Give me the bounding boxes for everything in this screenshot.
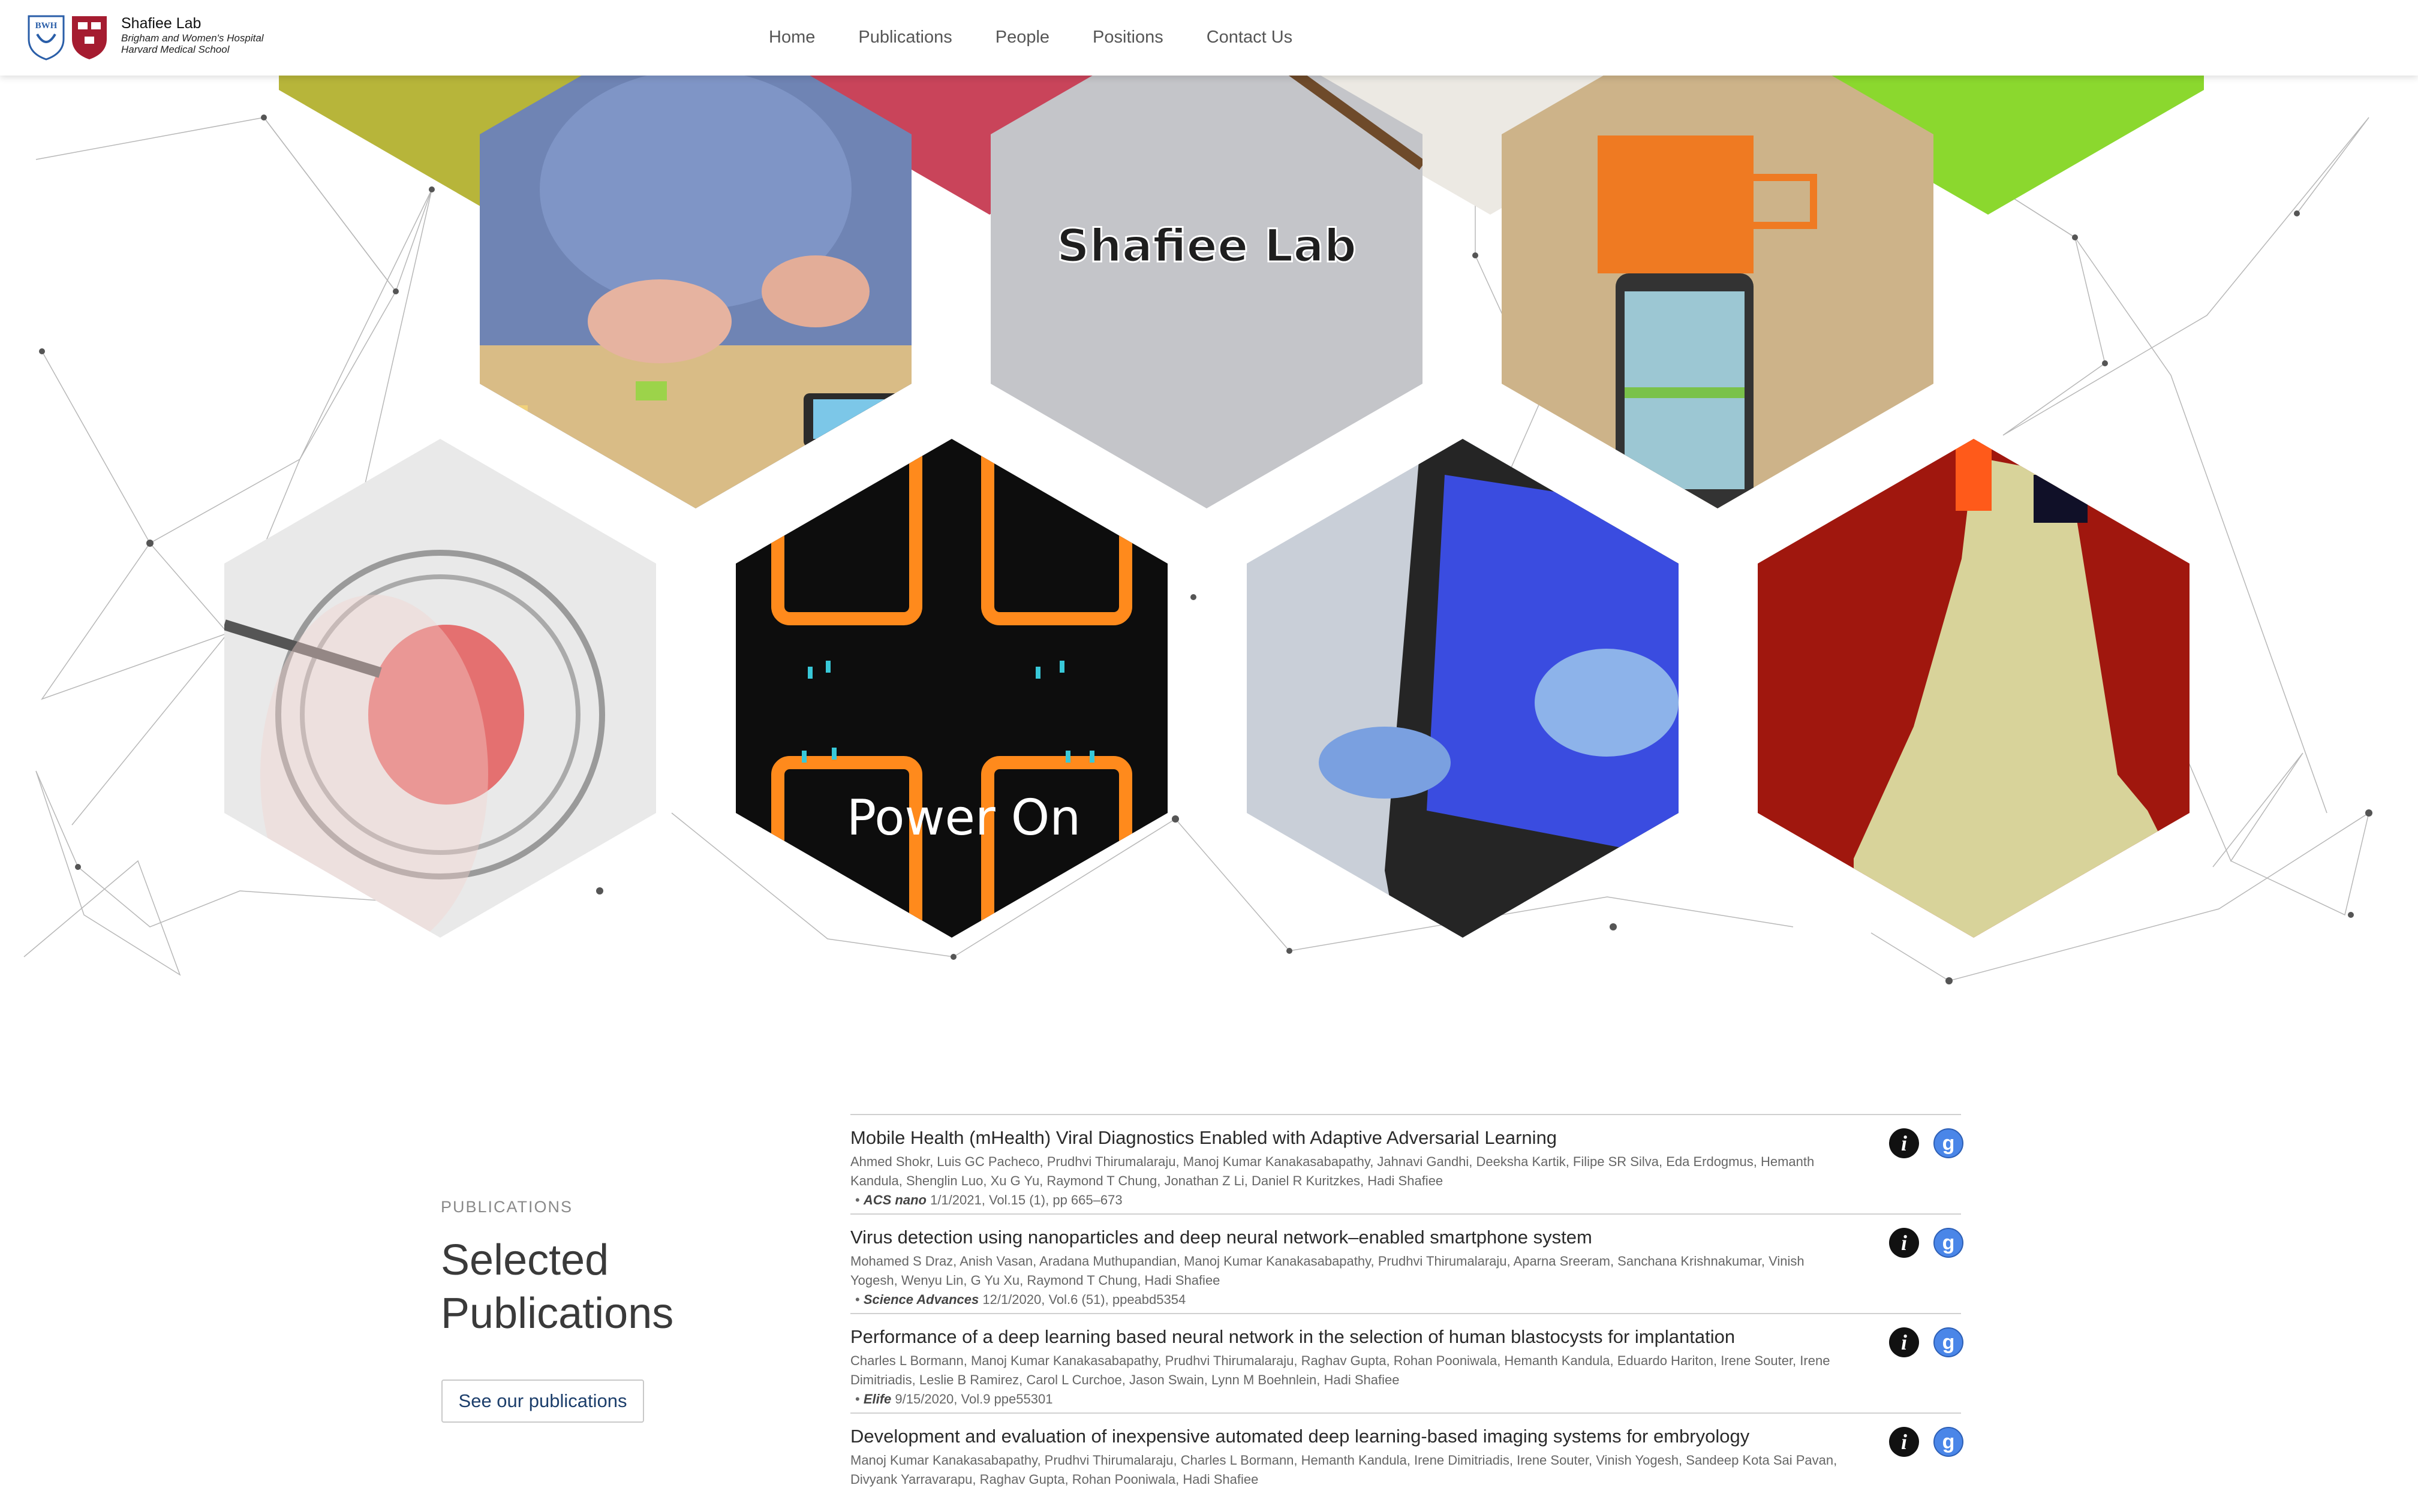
info-icon[interactable]: i: [1889, 1427, 1919, 1457]
publication-item: Development and evaluation of inexpensiv…: [850, 1412, 1963, 1512]
publication-title[interactable]: Development and evaluation of inexpensiv…: [850, 1426, 1822, 1447]
publication-authors: Manoj Kumar Kanakasabapathy, Prudhvi Thi…: [850, 1453, 1837, 1487]
journal-name: Elife: [863, 1391, 892, 1406]
publication-item: Mobile Health (mHealth) Viral Diagnostic…: [850, 1114, 1963, 1213]
svg-text:BWH: BWH: [35, 21, 58, 31]
journal-name: Science Advances: [863, 1292, 979, 1307]
publication-details: 12/1/2020, Vol.6 (51), ppeabd5354: [982, 1292, 1186, 1307]
publication-title[interactable]: Virus detection using nanoparticles and …: [850, 1227, 1822, 1248]
journal-name: ACS nano: [863, 1192, 927, 1207]
nav-home[interactable]: Home: [769, 28, 815, 47]
power-on-caption: Power On: [847, 790, 1081, 847]
publication-journal-line: • ACS nano 1/1/2021, Vol.15 (1), pp 665–…: [855, 1192, 1123, 1207]
lab-name: Shafiee Lab: [121, 15, 202, 32]
publication-journal-line: • Elife 9/15/2020, Vol.9 ppe55301: [855, 1391, 1053, 1406]
publication-authors: Charles L Bormann, Manoj Kumar Kanakasab…: [850, 1353, 1830, 1387]
google-scholar-icon[interactable]: g: [1933, 1327, 1963, 1357]
publication-details: 9/15/2020, Vol.9 ppe55301: [895, 1391, 1053, 1406]
info-icon[interactable]: i: [1889, 1128, 1919, 1158]
google-scholar-icon[interactable]: g: [1933, 1228, 1963, 1258]
publication-details: 1/1/2021, Vol.15 (1), pp 665–673: [930, 1192, 1123, 1207]
publication-item: Virus detection using nanoparticles and …: [850, 1213, 1963, 1313]
info-icon[interactable]: i: [1889, 1327, 1919, 1357]
info-icon[interactable]: i: [1889, 1228, 1919, 1258]
publication-authors: Ahmed Shokr, Luis GC Pacheco, Prudhvi Th…: [850, 1154, 1815, 1188]
publication-item: Performance of a deep learning based neu…: [850, 1313, 1963, 1412]
sign-caption: Shafiee Lab: [1057, 219, 1357, 272]
nav-people[interactable]: People: [996, 28, 1049, 47]
nav-contact-us[interactable]: Contact Us: [1207, 28, 1292, 47]
harvard-shield-icon: [72, 16, 107, 59]
publication-title[interactable]: Mobile Health (mHealth) Viral Diagnostic…: [850, 1127, 1822, 1149]
publication-journal-line: • Science Advances 12/1/2020, Vol.6 (51)…: [855, 1292, 1186, 1307]
selected-publications-heading: Selected Publications: [441, 1236, 674, 1338]
publication-list: Mobile Health (mHealth) Viral Diagnostic…: [850, 1114, 1963, 1512]
publication-title[interactable]: Performance of a deep learning based neu…: [850, 1326, 1822, 1348]
affiliation-school: Harvard Medical School: [121, 44, 230, 56]
google-scholar-icon[interactable]: g: [1933, 1427, 1963, 1457]
site-header: BWH Shafiee Lab Brigham and Women's Hosp…: [0, 0, 2418, 76]
see-publications-button[interactable]: See our publications: [441, 1380, 644, 1423]
publication-authors: Mohamed S Draz, Anish Vasan, Aradana Mut…: [850, 1254, 1805, 1288]
bwh-shield-icon: BWH: [28, 15, 65, 61]
google-scholar-icon[interactable]: g: [1933, 1128, 1963, 1158]
lab-logo[interactable]: BWH Shafiee Lab Brigham and Women's Hosp…: [28, 15, 264, 61]
nav-publications[interactable]: Publications: [858, 28, 952, 47]
main-nav: Home Publications People Positions Conta…: [769, 28, 1336, 47]
affiliation-hospital: Brigham and Women's Hospital: [121, 32, 264, 44]
nav-positions[interactable]: Positions: [1093, 28, 1163, 47]
hero-hex-gallery: Shafiee Lab Power On: [0, 0, 2418, 1011]
publications-label: PUBLICATIONS: [441, 1198, 573, 1216]
